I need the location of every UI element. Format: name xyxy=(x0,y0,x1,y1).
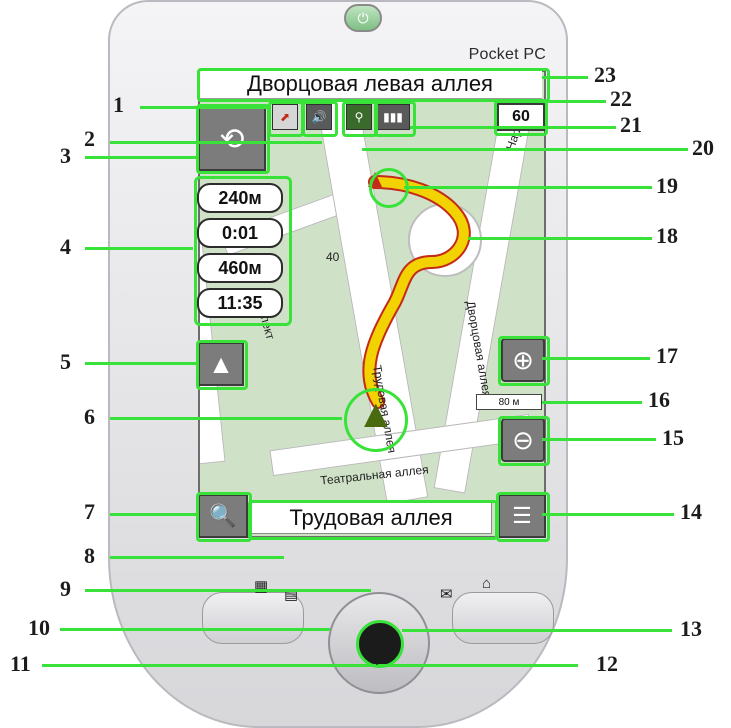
callout-8: 8 xyxy=(84,543,95,568)
zoom-in-highlight xyxy=(498,336,550,386)
callout-16: 16 xyxy=(648,387,670,412)
next-street-highlight xyxy=(248,500,498,540)
info-clock: 11:35 xyxy=(197,288,283,318)
callout-line-8 xyxy=(110,556,284,559)
callout-21: 21 xyxy=(620,112,642,137)
callout-1: 1 xyxy=(113,92,124,117)
callout-20: 20 xyxy=(692,135,714,160)
callout-line-15 xyxy=(542,438,656,441)
map-scale: 80 м xyxy=(476,394,542,410)
vehicle-arrow-icon: ▲ xyxy=(356,392,396,436)
power-icon: ⏻ xyxy=(357,9,369,26)
mail-icon: ✉ xyxy=(440,586,453,603)
callout-2: 2 xyxy=(84,126,95,151)
contacts-icon: ▤ xyxy=(284,586,299,603)
info-time-value: 0:01 xyxy=(221,222,259,243)
callout-line-9 xyxy=(85,589,371,592)
rotate-highlight xyxy=(196,104,270,174)
zoom-out-highlight xyxy=(498,416,550,466)
callout-line-14 xyxy=(542,513,674,516)
power-button[interactable]: ⏻ xyxy=(344,4,382,32)
compass-highlight xyxy=(268,101,304,137)
callout-line-10 xyxy=(60,628,330,631)
callout-line-12 xyxy=(378,664,578,667)
callout-line-4 xyxy=(85,247,193,250)
callout-line-19 xyxy=(404,186,652,189)
callout-line-16 xyxy=(542,401,642,404)
brand-label: Pocket PC xyxy=(468,46,546,63)
callout-13: 13 xyxy=(680,616,702,641)
callout-15: 15 xyxy=(662,425,684,450)
callout-line-6 xyxy=(110,417,342,420)
callout-9: 9 xyxy=(60,576,71,601)
street-bar-highlight xyxy=(197,68,550,102)
callout-3: 3 xyxy=(60,143,71,168)
callout-line-13 xyxy=(402,629,672,632)
callout-line-3 xyxy=(85,156,197,159)
home-icon: ⌂ xyxy=(482,575,492,592)
info-distance-turn: 240м xyxy=(197,183,283,213)
callout-12: 12 xyxy=(596,651,618,676)
callout-18: 18 xyxy=(656,223,678,248)
callout-10: 10 xyxy=(28,615,50,640)
callout-line-20 xyxy=(362,148,688,151)
orientation-highlight xyxy=(196,340,248,390)
info-clock-value: 11:35 xyxy=(217,292,263,313)
info-time-remaining: 0:01 xyxy=(197,218,283,248)
callout-6: 6 xyxy=(84,404,95,429)
menu-highlight xyxy=(496,492,550,542)
search-highlight xyxy=(196,492,252,542)
callout-line-22 xyxy=(542,100,606,103)
callout-22: 22 xyxy=(610,86,632,111)
info-distance-remaining-value: 460м xyxy=(218,257,262,278)
battery-highlight xyxy=(374,101,416,137)
callout-line-17 xyxy=(542,357,650,360)
callout-11: 11 xyxy=(10,651,31,676)
callout-4: 4 xyxy=(60,234,71,259)
destination-flag-highlight xyxy=(369,168,409,208)
speed-highlight xyxy=(494,100,548,136)
map-scale-label: 80 м xyxy=(498,396,520,408)
callout-line-7 xyxy=(110,513,198,516)
callout-19: 19 xyxy=(656,173,678,198)
callout-line-11 xyxy=(42,664,376,667)
hardware-right-keys[interactable] xyxy=(452,592,554,644)
calendar-icon: ▦ xyxy=(254,578,269,595)
gps-highlight xyxy=(342,101,378,137)
callout-line-5 xyxy=(85,362,197,365)
dpad-center-button[interactable] xyxy=(356,620,404,668)
volume-highlight xyxy=(302,101,338,137)
map-label-house-number: 40 xyxy=(326,250,340,264)
callout-14: 14 xyxy=(680,499,702,524)
callout-5: 5 xyxy=(60,349,71,374)
callout-17: 17 xyxy=(656,343,678,368)
info-distance-remaining: 460м xyxy=(197,253,283,283)
info-distance-turn-value: 240м xyxy=(218,187,262,208)
callout-line-18 xyxy=(468,237,652,240)
callout-23: 23 xyxy=(594,62,616,87)
callout-7: 7 xyxy=(84,499,95,524)
